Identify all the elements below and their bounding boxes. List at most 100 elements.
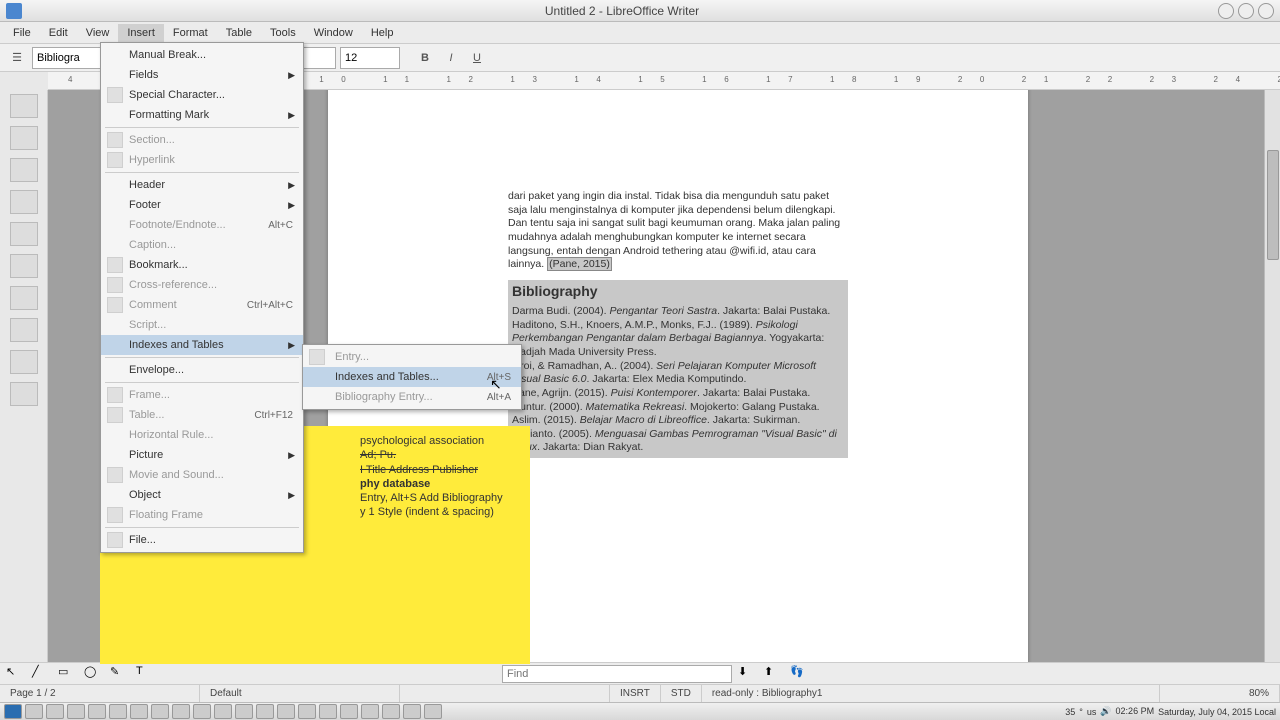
- citation: (Pane, 2015): [547, 257, 612, 271]
- menu-item-picture[interactable]: Picture▶: [101, 445, 303, 465]
- rectangle-icon[interactable]: ▭: [58, 665, 78, 683]
- indexes-submenu: Entry...Indexes and Tables...Alt+SBiblio…: [302, 344, 522, 410]
- task-icon[interactable]: [277, 704, 295, 719]
- open-icon[interactable]: [10, 126, 38, 150]
- document-body[interactable]: dari paket yang ingin dia instal. Tidak …: [508, 190, 848, 458]
- scroll-thumb[interactable]: [1267, 150, 1279, 260]
- maximize-button[interactable]: [1238, 3, 1254, 19]
- task-icon[interactable]: [130, 704, 148, 719]
- task-icon[interactable]: [67, 704, 85, 719]
- styles-icon[interactable]: ☰: [6, 47, 28, 69]
- status-zoom[interactable]: 80%: [1160, 685, 1280, 702]
- window-title: Untitled 2 - LibreOffice Writer: [30, 4, 1214, 18]
- task-icon[interactable]: [88, 704, 106, 719]
- submenu-item-indexes-and-tables-[interactable]: Indexes and Tables...Alt+S: [303, 367, 521, 387]
- task-icon[interactable]: [46, 704, 64, 719]
- task-icon[interactable]: [214, 704, 232, 719]
- bibliography-list: Darma Budi. (2004). Pengantar Teori Sast…: [508, 302, 848, 458]
- os-taskbar: 35 ° us 🔊 02:26 PM Saturday, July 04, 20…: [0, 702, 1280, 720]
- drawing-toolbar: ↖ ╱ ▭ ◯ ✎ T ⬇ ⬆ 👣: [0, 662, 1280, 684]
- bibliography-item: Haditono, S.H., Knoers, A.M.P., Monks, F…: [512, 319, 844, 360]
- find-input[interactable]: [502, 665, 732, 683]
- pencil-icon[interactable]: ✎: [110, 665, 130, 683]
- task-icon[interactable]: [403, 704, 421, 719]
- menu-item-fields[interactable]: Fields▶: [101, 65, 303, 85]
- menu-item-floating-frame: Floating Frame: [101, 505, 303, 525]
- task-icon[interactable]: [109, 704, 127, 719]
- task-icon[interactable]: [424, 704, 442, 719]
- underline-button[interactable]: U: [466, 47, 488, 69]
- menu-item-footer[interactable]: Footer▶: [101, 195, 303, 215]
- bibliography-item: Aslim. (2015). Belajar Macro di Libreoff…: [512, 414, 844, 428]
- menu-item-header[interactable]: Header▶: [101, 175, 303, 195]
- copy-icon[interactable]: [10, 254, 38, 278]
- tray-lang[interactable]: us: [1087, 707, 1097, 717]
- bold-button[interactable]: B: [414, 47, 436, 69]
- menu-item-caption-: Caption...: [101, 235, 303, 255]
- statusbar: Page 1 / 2 Default INSRT STD read-only :…: [0, 684, 1280, 702]
- task-icon[interactable]: [151, 704, 169, 719]
- task-icon[interactable]: [382, 704, 400, 719]
- menu-item-movie-and-sound-: Movie and Sound...: [101, 465, 303, 485]
- font-size-combo[interactable]: [340, 47, 400, 69]
- menu-tools[interactable]: Tools: [261, 24, 305, 42]
- save-icon[interactable]: [10, 158, 38, 182]
- close-button[interactable]: [1258, 3, 1274, 19]
- abc-icon[interactable]: [10, 382, 38, 406]
- find-prev-icon[interactable]: ⬆: [764, 665, 784, 683]
- menubar: File Edit View Insert Format Table Tools…: [0, 22, 1280, 44]
- cut-icon[interactable]: [10, 222, 38, 246]
- menu-item-bookmark-[interactable]: Bookmark...: [101, 255, 303, 275]
- print-icon[interactable]: [10, 190, 38, 214]
- arrow-icon[interactable]: ↖: [6, 665, 26, 683]
- submenu-item-entry-: Entry...: [303, 347, 521, 367]
- status-insert: INSRT: [610, 685, 661, 702]
- menu-item-special-character-[interactable]: Special Character...: [101, 85, 303, 105]
- paste-icon[interactable]: [10, 286, 38, 310]
- menu-edit[interactable]: Edit: [40, 24, 77, 42]
- text-icon[interactable]: T: [136, 665, 156, 683]
- minimize-button[interactable]: [1218, 3, 1234, 19]
- task-icon[interactable]: [172, 704, 190, 719]
- insert-menu-dropdown: Manual Break...Fields▶Special Character.…: [100, 42, 304, 553]
- find-all-icon[interactable]: 👣: [790, 665, 810, 683]
- task-icon[interactable]: [340, 704, 358, 719]
- task-icon[interactable]: [256, 704, 274, 719]
- menu-item-formatting-mark[interactable]: Formatting Mark▶: [101, 105, 303, 125]
- menu-item-envelope-[interactable]: Envelope...: [101, 360, 303, 380]
- menu-help[interactable]: Help: [362, 24, 403, 42]
- line-icon[interactable]: ╱: [32, 665, 52, 683]
- menu-item-hyperlink: Hyperlink: [101, 150, 303, 170]
- menu-item-manual-break-[interactable]: Manual Break...: [101, 45, 303, 65]
- menu-file[interactable]: File: [4, 24, 40, 42]
- menu-item-indexes-and-tables[interactable]: Indexes and Tables▶: [101, 335, 303, 355]
- bibliography-heading: Bibliography: [508, 280, 848, 302]
- menu-table[interactable]: Table: [217, 24, 261, 42]
- undo-icon[interactable]: [10, 318, 38, 342]
- menu-item-footnote-endnote-: Footnote/Endnote...Alt+C: [101, 215, 303, 235]
- status-page: Page 1 / 2: [0, 685, 200, 702]
- bibliography-item: Pane, Agrijn. (2015). Puisi Kontemporer.…: [512, 387, 844, 401]
- menu-format[interactable]: Format: [164, 24, 217, 42]
- task-icon[interactable]: [193, 704, 211, 719]
- task-icon[interactable]: [235, 704, 253, 719]
- task-icon[interactable]: [25, 704, 43, 719]
- task-icon[interactable]: [298, 704, 316, 719]
- menu-item-object[interactable]: Object▶: [101, 485, 303, 505]
- menu-item-file-[interactable]: File...: [101, 530, 303, 550]
- menu-view[interactable]: View: [77, 24, 119, 42]
- app-icon: [6, 3, 22, 19]
- menu-item-cross-reference-: Cross-reference...: [101, 275, 303, 295]
- submenu-item-bibliography-entry-: Bibliography Entry...Alt+A: [303, 387, 521, 407]
- menu-insert[interactable]: Insert: [118, 24, 164, 42]
- task-icon[interactable]: [361, 704, 379, 719]
- italic-button[interactable]: I: [440, 47, 462, 69]
- vertical-scrollbar[interactable]: [1264, 90, 1280, 664]
- spellcheck-icon[interactable]: [10, 350, 38, 374]
- menu-window[interactable]: Window: [305, 24, 362, 42]
- new-icon[interactable]: [10, 94, 38, 118]
- start-button[interactable]: [4, 704, 22, 719]
- find-next-icon[interactable]: ⬇: [738, 665, 758, 683]
- ellipse-icon[interactable]: ◯: [84, 665, 104, 683]
- task-icon[interactable]: [319, 704, 337, 719]
